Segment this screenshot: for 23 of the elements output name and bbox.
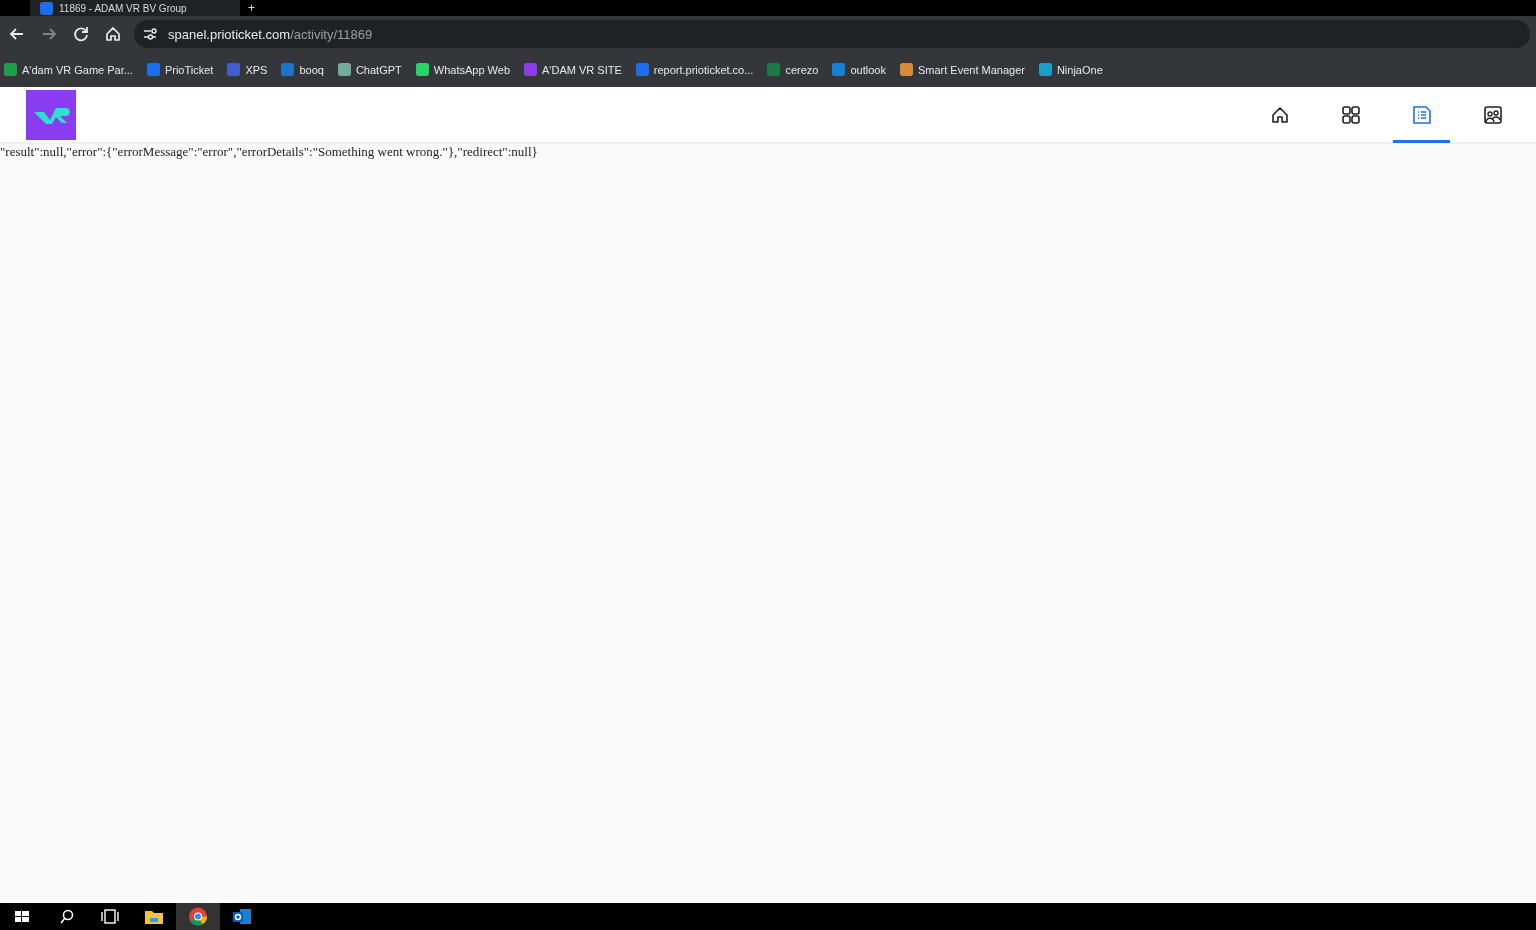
bookmark[interactable]: booq bbox=[281, 63, 324, 76]
bookmark[interactable]: Smart Event Manager bbox=[899, 63, 1025, 76]
bookmark[interactable]: cerezo bbox=[767, 63, 819, 76]
bookmark[interactable]: XPS bbox=[227, 63, 268, 76]
chrome-icon[interactable] bbox=[176, 903, 220, 930]
new-tab-button[interactable]: + bbox=[248, 1, 255, 15]
browser-tab[interactable]: 11869 - ADAM VR BV Group bbox=[30, 0, 240, 16]
site-settings-icon[interactable] bbox=[142, 26, 158, 42]
bookmark[interactable]: NinjaOne bbox=[1038, 63, 1103, 76]
contacts-icon bbox=[1481, 103, 1504, 126]
error-json-text: "result":null,"error":{"errorMessage":"error","errorDetails":"Something went wrong."},"redirect":null} bbox=[0, 144, 538, 160]
bookmark[interactable]: PrioTicket bbox=[146, 63, 214, 76]
vr-logo[interactable] bbox=[26, 89, 76, 140]
address-bar[interactable]: spanel.prioticket.com/activity/11869 bbox=[134, 20, 1530, 48]
bookmark[interactable]: A'DAM VR SITE bbox=[524, 63, 622, 76]
grid-icon bbox=[1339, 103, 1362, 126]
tab-favicon-icon bbox=[40, 1, 53, 15]
bookmark[interactable]: WhatsApp Web bbox=[415, 63, 510, 76]
bookmark[interactable]: report.prioticket.co... bbox=[635, 63, 754, 76]
bookmark[interactable]: outlook bbox=[832, 63, 886, 76]
document-list-icon bbox=[1410, 103, 1433, 126]
bookmark[interactable]: ChatGPT bbox=[337, 63, 402, 76]
bookmark[interactable]: A'dam VR Game Par... bbox=[4, 63, 133, 76]
